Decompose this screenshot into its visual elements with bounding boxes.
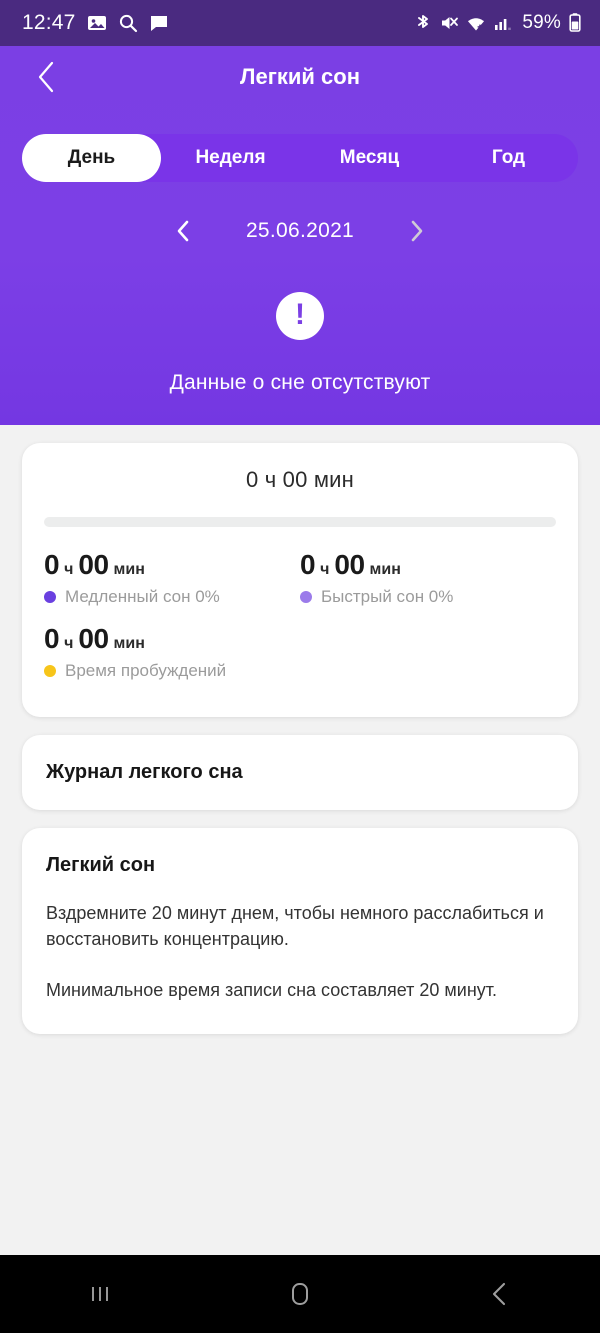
exclamation-circle-icon: !	[276, 292, 324, 340]
empty-state: ! Данные о сне отсутствуют	[0, 292, 600, 425]
purple-header: Легкий сон День Неделя Месяц Год 25.06.2…	[0, 46, 600, 425]
recents-icon	[92, 1287, 108, 1301]
date-navigator: 25.06.2021	[0, 214, 600, 248]
battery-icon	[568, 12, 582, 34]
android-navigation-bar	[0, 1255, 600, 1333]
image-icon	[87, 13, 107, 33]
recents-button[interactable]	[55, 1264, 145, 1324]
stat-rem-sleep: 0 ч 00 мин Быстрый сон 0%	[300, 549, 556, 607]
empty-state-message: Данные о сне отсутствуют	[169, 371, 431, 394]
stat-minutes-unit: мин	[113, 561, 145, 578]
stat-value: 0 ч 00 мин	[44, 623, 300, 655]
stat-hours: 0	[44, 549, 60, 580]
stat-awake-time: 0 ч 00 мин Время пробуждений	[44, 623, 300, 681]
stat-value: 0 ч 00 мин	[300, 549, 556, 581]
status-bar-clock: 12:47	[22, 11, 76, 34]
chevron-left-icon	[38, 61, 54, 93]
stat-label-row: Быстрый сон 0%	[300, 587, 556, 607]
stat-label: Время пробуждений	[65, 661, 227, 680]
stat-hours: 0	[300, 549, 316, 580]
stat-minutes-unit: мин	[113, 635, 145, 652]
sleep-progress-bar	[44, 517, 556, 527]
tab-week[interactable]: Неделя	[161, 134, 300, 182]
period-tabs-wrapper: День Неделя Месяц Год	[22, 134, 578, 182]
home-button[interactable]	[255, 1264, 345, 1324]
previous-date-button[interactable]	[169, 216, 199, 246]
info-card-title: Легкий сон	[46, 854, 156, 876]
navigation-row: Легкий сон	[0, 46, 600, 108]
content-area: 0 ч 00 мин 0 ч 00 мин Медленный сон 0% 0	[0, 443, 600, 1034]
bluetooth-icon	[414, 13, 432, 33]
stat-minutes: 00	[78, 623, 109, 654]
sleep-journal-title: Журнал легкого сна	[46, 761, 243, 783]
info-card-paragraph-2: Минимальное время записи сна составляет …	[46, 980, 498, 1001]
volume-mute-icon	[439, 13, 459, 33]
stat-label-row: Медленный сон 0%	[44, 587, 300, 607]
back-button[interactable]	[24, 55, 68, 99]
chevron-left-icon	[177, 220, 189, 242]
stat-label-row: Время пробуждений	[44, 661, 300, 681]
stat-label: Медленный сон 0%	[65, 587, 220, 606]
cellular-signal-icon	[494, 13, 512, 33]
legend-dot-rem-sleep	[300, 591, 312, 603]
next-date-button[interactable]	[401, 216, 431, 246]
tab-year[interactable]: Год	[439, 134, 578, 182]
stat-hours: 0	[44, 623, 60, 654]
stat-label: Быстрый сон 0%	[321, 587, 454, 606]
stat-minutes: 00	[78, 549, 109, 580]
stat-deep-sleep: 0 ч 00 мин Медленный сон 0%	[44, 549, 300, 607]
exclamation-glyph: !	[295, 298, 305, 331]
status-bar-right: 59%	[414, 12, 582, 34]
stat-minutes-unit: мин	[369, 561, 401, 578]
stat-hours-unit: ч	[64, 561, 74, 578]
legend-dot-awake-time	[44, 665, 56, 677]
light-sleep-info-card: Легкий сон Вздремните 20 минут днем, что…	[22, 828, 578, 1034]
back-icon	[492, 1282, 506, 1306]
sleep-stats-card: 0 ч 00 мин 0 ч 00 мин Медленный сон 0% 0	[22, 443, 578, 717]
battery-percent-label: 59%	[522, 12, 561, 33]
page-title: Легкий сон	[240, 64, 360, 89]
legend-dot-deep-sleep	[44, 591, 56, 603]
chat-bubble-icon	[149, 13, 169, 33]
period-tabs: День Неделя Месяц Год	[22, 134, 578, 182]
stat-hours-unit: ч	[64, 635, 74, 652]
sleep-journal-card[interactable]: Журнал легкого сна	[22, 735, 578, 810]
search-icon	[118, 13, 138, 33]
wifi-icon	[466, 13, 487, 33]
total-sleep-time: 0 ч 00 мин	[245, 467, 355, 492]
status-bar: 12:47 59%	[0, 0, 600, 46]
back-button-system[interactable]	[455, 1264, 545, 1324]
status-bar-left: 12:47	[22, 11, 169, 35]
stat-value: 0 ч 00 мин	[44, 549, 300, 581]
tab-day[interactable]: День	[22, 134, 161, 182]
tab-month[interactable]: Месяц	[300, 134, 439, 182]
stat-hours-unit: ч	[320, 561, 330, 578]
home-icon	[292, 1283, 308, 1305]
current-date-label: 25.06.2021	[245, 219, 355, 242]
chevron-right-icon	[411, 220, 423, 242]
info-card-paragraph-1: Вздремните 20 минут днем, чтобы немного …	[46, 903, 544, 949]
stat-minutes: 00	[334, 549, 365, 580]
sleep-stats-grid: 0 ч 00 мин Медленный сон 0% 0 ч 00 мин Б…	[44, 549, 556, 697]
